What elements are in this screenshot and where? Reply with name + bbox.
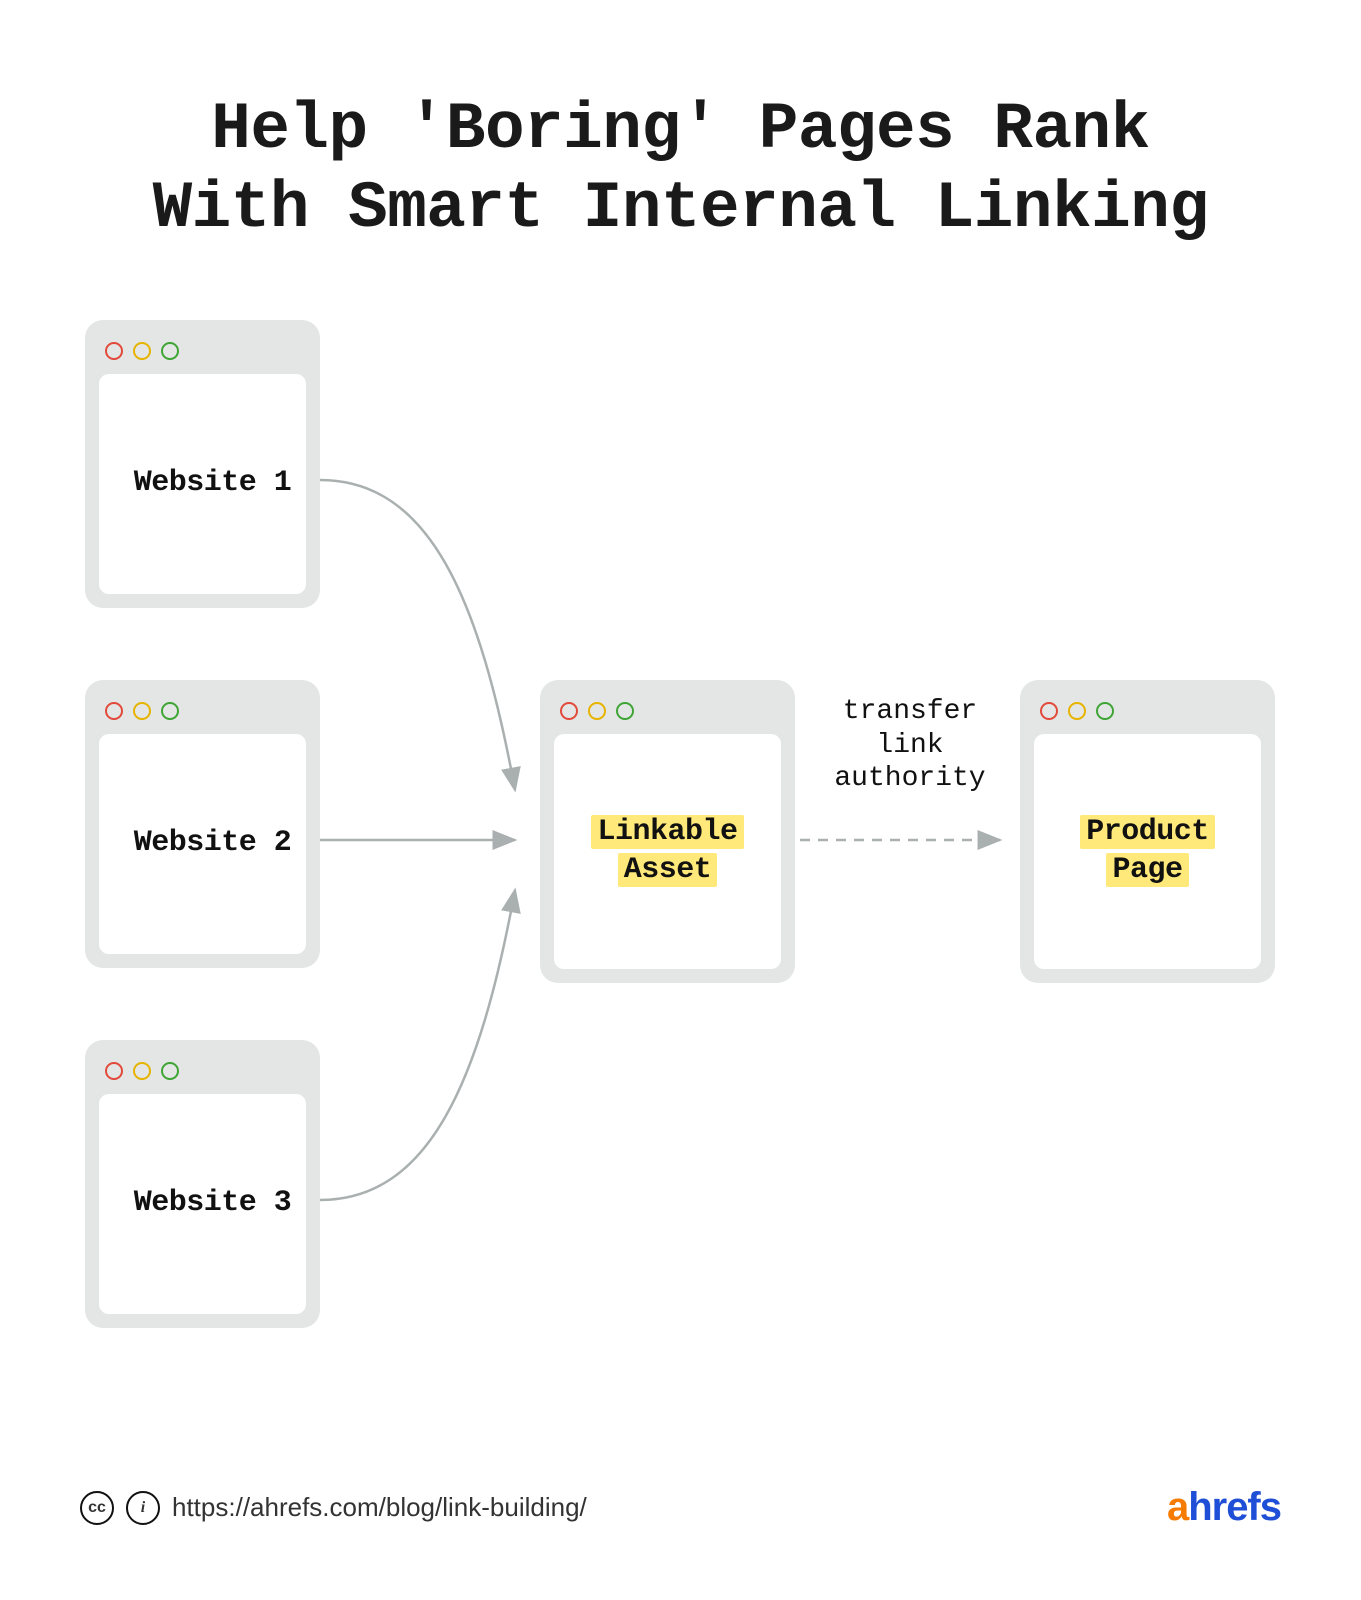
footer-attribution: cc i https://ahrefs.com/blog/link-buildi…	[80, 1491, 587, 1525]
arrow-website3-to-asset	[320, 890, 515, 1200]
maximize-icon	[1096, 702, 1114, 720]
website-2-window: Website 2	[85, 680, 320, 968]
close-icon	[1040, 702, 1058, 720]
close-icon	[105, 342, 123, 360]
ahrefs-logo: ahrefs	[1167, 1485, 1281, 1530]
transfer-annotation: transfer link authority	[805, 695, 1015, 796]
minimize-icon	[133, 342, 151, 360]
minimize-icon	[133, 702, 151, 720]
website-3-window: Website 3	[85, 1040, 320, 1328]
product-page-window: ProductPage	[1020, 680, 1275, 983]
website-1-window: Website 1	[85, 320, 320, 608]
window-controls	[1034, 694, 1261, 734]
minimize-icon	[588, 702, 606, 720]
title-line-1: Help 'Boring' Pages Rank	[0, 90, 1361, 169]
product-page-label: ProductPage	[1080, 814, 1215, 889]
maximize-icon	[161, 342, 179, 360]
close-icon	[560, 702, 578, 720]
title-line-2: With Smart Internal Linking	[0, 169, 1361, 248]
diagram-title: Help 'Boring' Pages Rank With Smart Inte…	[0, 90, 1361, 248]
footer-url: https://ahrefs.com/blog/link-building/	[172, 1492, 587, 1523]
arrow-website1-to-asset	[320, 480, 515, 790]
website-3-label: Website 3	[114, 1185, 292, 1223]
linkable-asset-window: LinkableAsset	[540, 680, 795, 983]
maximize-icon	[616, 702, 634, 720]
maximize-icon	[161, 1062, 179, 1080]
diagram-footer: cc i https://ahrefs.com/blog/link-buildi…	[80, 1485, 1281, 1530]
close-icon	[105, 702, 123, 720]
cc-icon: cc	[80, 1491, 114, 1525]
website-1-label: Website 1	[114, 465, 292, 503]
close-icon	[105, 1062, 123, 1080]
window-controls	[99, 334, 306, 374]
window-controls	[99, 694, 306, 734]
attribution-icon: i	[126, 1491, 160, 1525]
window-controls	[554, 694, 781, 734]
minimize-icon	[133, 1062, 151, 1080]
window-controls	[99, 1054, 306, 1094]
linkable-asset-label: LinkableAsset	[591, 814, 743, 889]
maximize-icon	[161, 702, 179, 720]
website-2-label: Website 2	[114, 825, 292, 863]
minimize-icon	[1068, 702, 1086, 720]
